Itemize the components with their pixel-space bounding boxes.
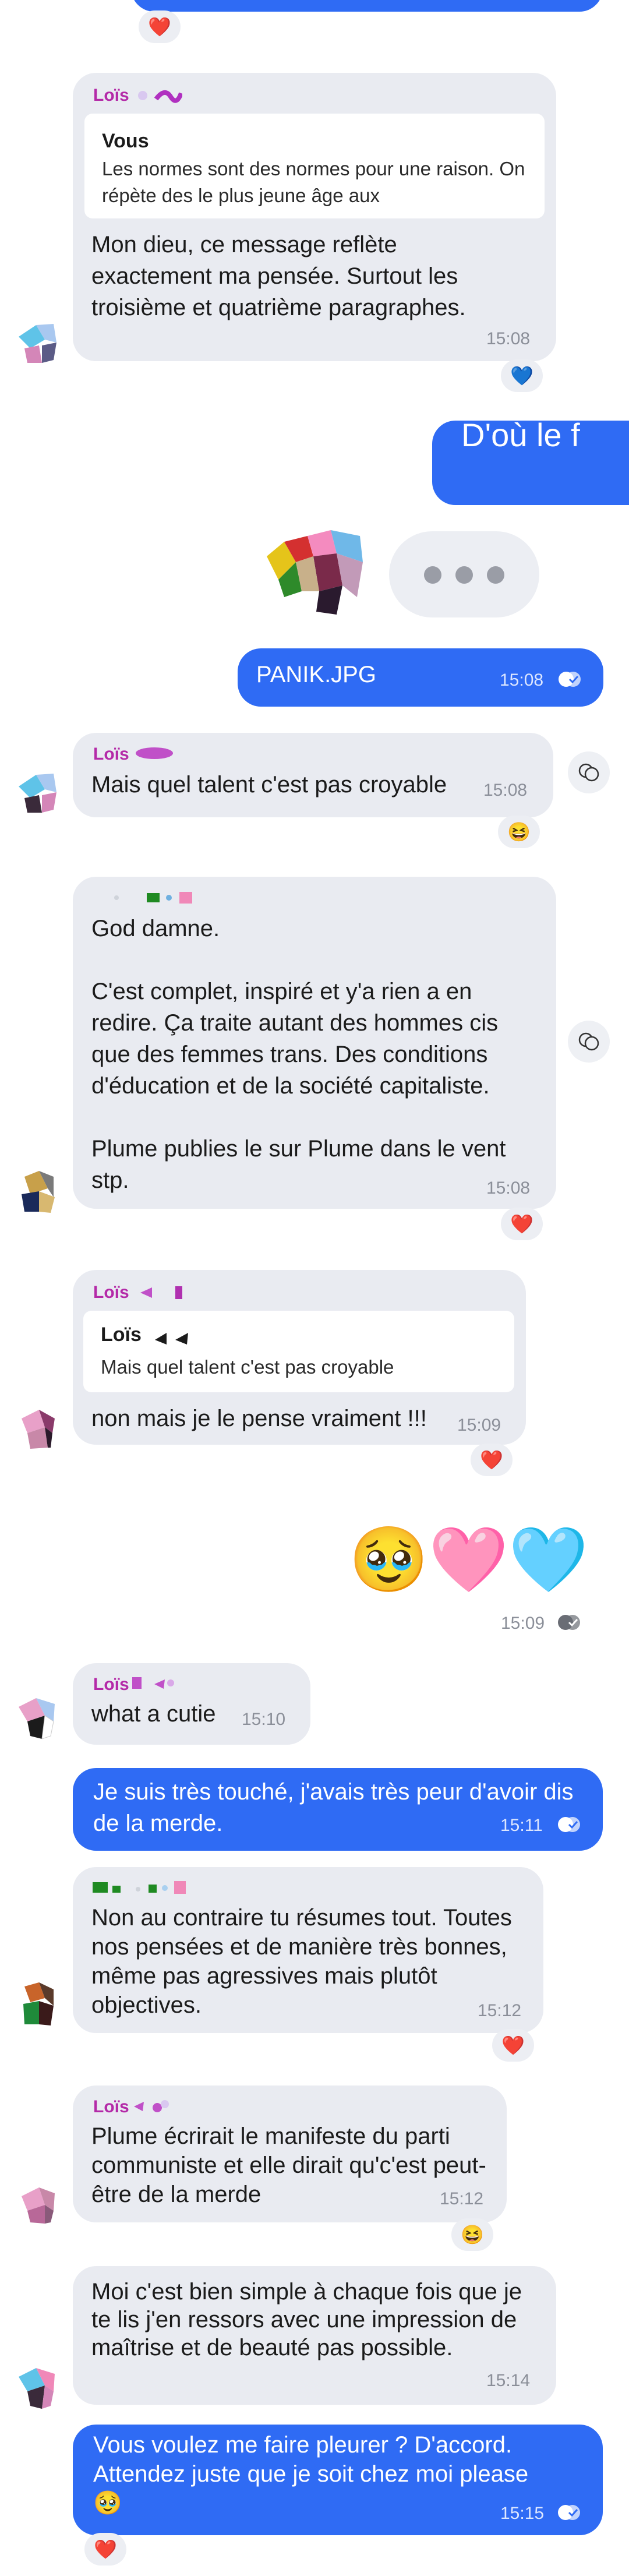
sender-name: Loïs	[93, 1283, 129, 1302]
quoted-message[interactable]: Loïs Mais quel talent c'est pas croyable	[83, 1311, 514, 1392]
reaction-heart[interactable]: ❤️	[84, 2533, 126, 2566]
emoji-message[interactable]: 🥹🩷🩵	[344, 1519, 588, 1601]
quote-emoji-decoration	[155, 1333, 188, 1345]
message-bubble[interactable]: God damne. C'est complet, inspiré et y'a…	[73, 877, 556, 1209]
file-name: PANIK.JPG	[256, 662, 376, 687]
sender-name: Loïs	[93, 1675, 129, 1694]
message-bubble[interactable]: Loïs Plume écrirait le manifeste du part…	[73, 2085, 507, 2222]
message-bubble[interactable]: Loïs what a cutie 15:10	[73, 1663, 310, 1745]
message-time: 15:08	[483, 781, 528, 800]
message-text: Moi c'est bien simple à chaque fois que …	[91, 2279, 529, 2360]
message-text: non mais je le pense vraiment !!!	[91, 1406, 427, 1431]
message-text: Non au contraire tu résumes tout. Toutes…	[91, 1905, 518, 2018]
message-time: 15:15	[500, 2504, 545, 2523]
avatar[interactable]	[13, 2176, 64, 2227]
message-text: D'où le f	[461, 421, 580, 453]
message-text: what a cutie	[91, 1701, 216, 1727]
typing-dot	[424, 566, 441, 584]
message-bubble-outgoing[interactable]: D'où le f	[432, 421, 629, 505]
reply-icon[interactable]	[568, 751, 610, 793]
reaction-heart[interactable]: ❤️	[139, 10, 181, 43]
message-time: 15:11	[500, 1816, 543, 1835]
sender-emoji-decoration	[93, 1881, 186, 1894]
typing-dot	[455, 566, 473, 584]
sender-emoji-decoration	[140, 1286, 182, 1299]
sender-emoji-decoration	[136, 747, 173, 759]
sender-emoji-decoration	[138, 90, 182, 103]
avatar[interactable]	[13, 1165, 64, 1216]
message-time: 15:12	[440, 2189, 484, 2208]
reaction-laugh[interactable]: 😆	[498, 816, 540, 848]
read-check-icon	[558, 1615, 580, 1630]
quote-text: Mais quel talent c'est pas croyable	[101, 1356, 394, 1378]
message-time: 15:14	[486, 2371, 531, 2390]
sticker-image[interactable]	[261, 527, 377, 617]
sender-emoji-decoration	[134, 2100, 169, 2112]
emoji-text: 🥹🩷🩵	[349, 1524, 588, 1596]
message-bubble[interactable]: Loïs Loïs Mais quel talent c'est pas cro…	[73, 1270, 526, 1445]
reaction-blue-heart[interactable]: 💙	[501, 359, 543, 392]
avatar[interactable]	[13, 763, 64, 814]
sender-name: Loïs	[93, 2097, 129, 2116]
message-bubble[interactable]: Loïs Vous Les normes sont des normes pou…	[73, 73, 556, 361]
read-check-icon	[558, 1817, 580, 1832]
previous-outgoing-bubble[interactable]	[131, 0, 603, 12]
file-message-bubble[interactable]: PANIK.JPG 15:08	[238, 648, 603, 707]
message-bubble[interactable]: Moi c'est bien simple à chaque fois que …	[73, 2266, 556, 2405]
message-bubble[interactable]: Non au contraire tu résumes tout. Toutes…	[73, 1867, 543, 2033]
reaction-laugh[interactable]: 😆	[451, 2218, 493, 2251]
message-time: 15:08	[486, 329, 531, 348]
message-bubble-outgoing[interactable]: Je suis très touché, j'avais très peur d…	[73, 1768, 603, 1851]
reaction-heart[interactable]: ❤️	[501, 1208, 543, 1240]
read-check-icon	[558, 2505, 580, 2520]
reaction-heart[interactable]: ❤️	[492, 2029, 534, 2062]
message-time: 15:12	[478, 2001, 522, 2020]
typing-dot	[487, 566, 504, 584]
quote-author: Vous	[102, 130, 149, 152]
avatar[interactable]	[13, 1401, 64, 1452]
message-time: 15:08	[500, 671, 544, 690]
message-time: 15:09	[501, 1614, 545, 1633]
message-bubble-outgoing[interactable]: Vous voulez me faire pleurer ? D'accord.…	[73, 2425, 603, 2535]
sender-name: Loïs	[93, 86, 129, 105]
sender-emoji-decoration	[132, 1677, 174, 1689]
avatar[interactable]	[13, 1689, 64, 1741]
message-text: Mon dieu, ce message reflète exactement …	[91, 232, 466, 320]
reaction-heart[interactable]: ❤️	[471, 1444, 513, 1476]
message-text: Mais quel talent c'est pas croyable	[91, 772, 447, 797]
sender-name: Loïs	[93, 744, 129, 764]
message-time: 15:09	[457, 1416, 501, 1435]
message-text: God damne. C'est complet, inspiré et y'a…	[91, 916, 506, 1193]
message-time: 15:08	[486, 1178, 531, 1198]
sender-emoji-decoration	[114, 892, 192, 904]
avatar[interactable]	[13, 313, 64, 365]
message-bubble[interactable]: Loïs Mais quel talent c'est pas croyable…	[73, 733, 553, 817]
avatar[interactable]	[13, 2359, 64, 2411]
quoted-message[interactable]: Vous Les normes sont des normes pour une…	[84, 114, 545, 218]
reply-icon[interactable]	[568, 1021, 610, 1063]
quote-author: Loïs	[101, 1324, 142, 1346]
avatar[interactable]	[13, 1978, 64, 2029]
quote-text: Les normes sont des normes pour une rais…	[102, 158, 525, 206]
typing-indicator	[389, 531, 539, 617]
message-time: 15:10	[242, 1710, 286, 1729]
message-text: Plume écrirait le manifeste du parti com…	[91, 2123, 486, 2207]
read-check-icon	[559, 672, 581, 687]
